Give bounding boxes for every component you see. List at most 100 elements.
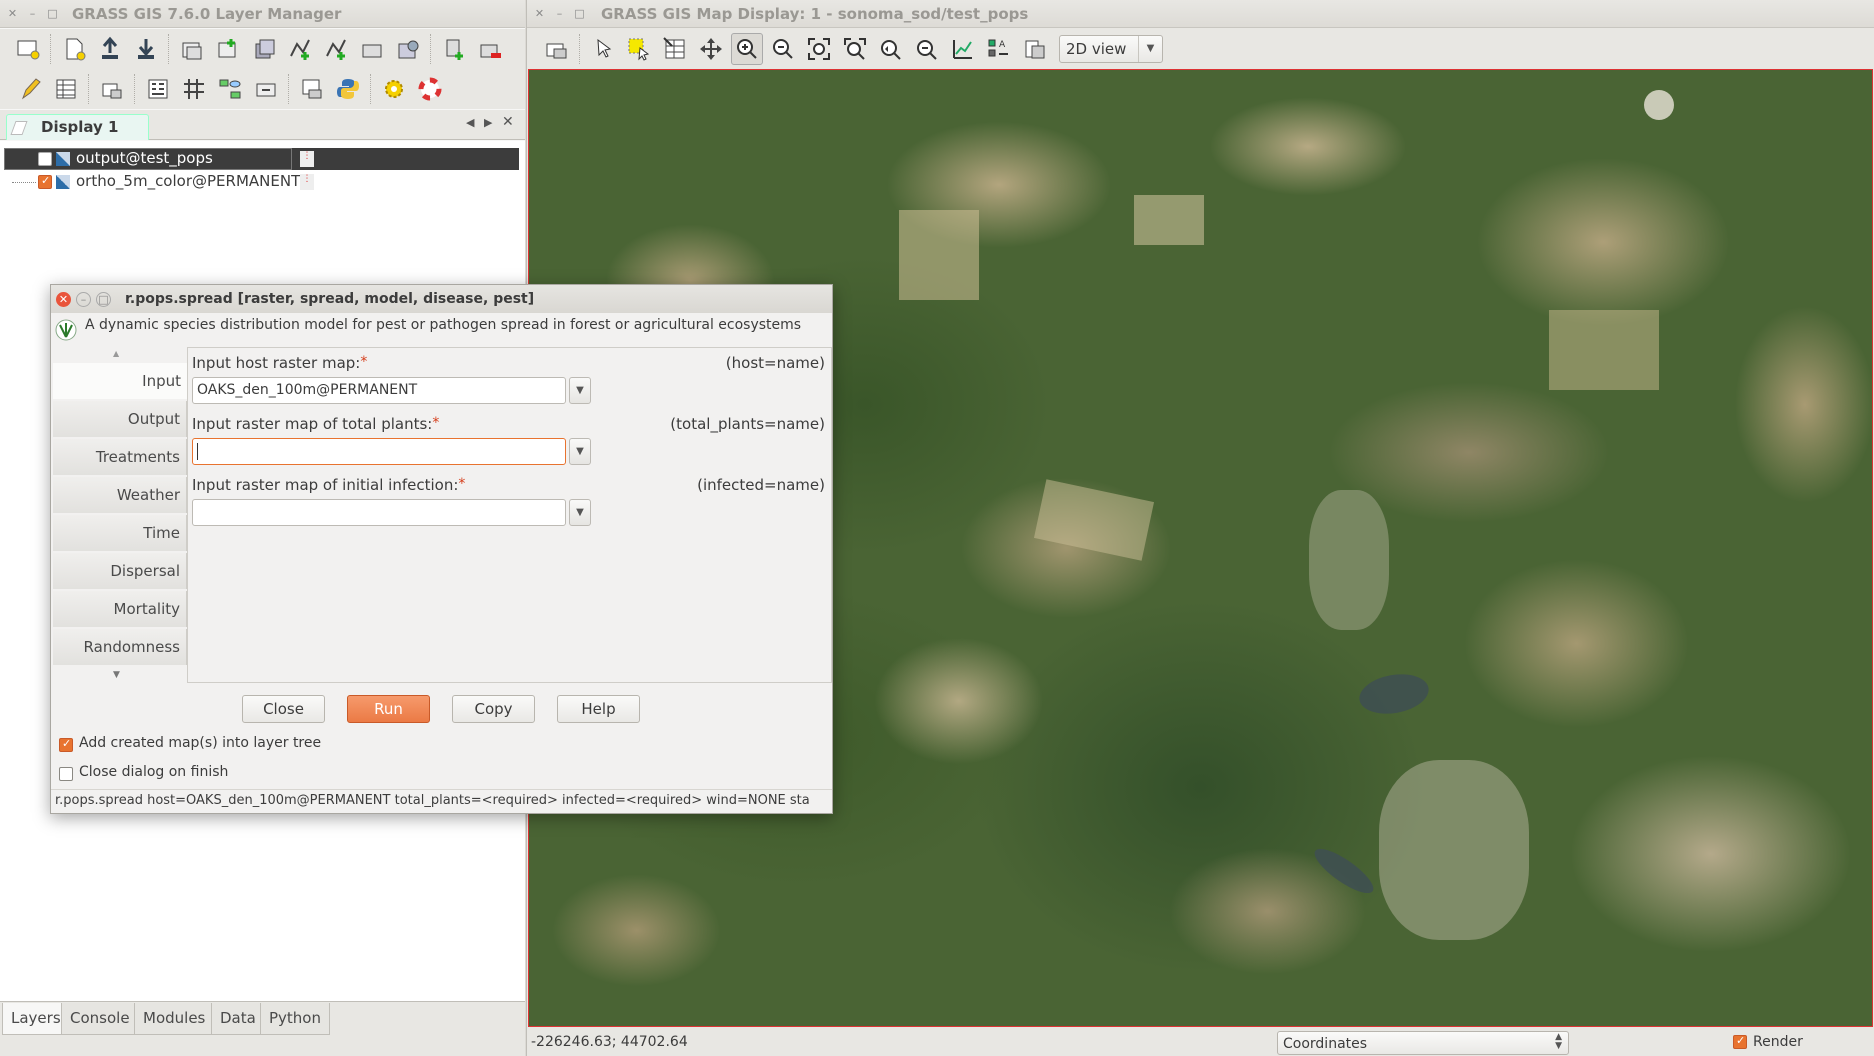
zoom-back-icon[interactable] [875, 33, 907, 65]
pan-icon[interactable] [695, 33, 727, 65]
close-on-finish-checkbox[interactable] [59, 767, 73, 781]
layer-settings-icon[interactable] [296, 73, 328, 105]
render-checkbox[interactable] [1733, 1034, 1747, 1049]
settings-gear-icon[interactable] [378, 73, 410, 105]
maximize-icon[interactable]: □ [572, 6, 587, 21]
tab-layers[interactable]: Layers [2, 1003, 70, 1035]
attribute-table-icon[interactable] [50, 73, 82, 105]
copy-button[interactable]: Copy [452, 695, 535, 723]
nav-item-treatments[interactable]: Treatments [53, 439, 187, 475]
add-vector-misc-icon[interactable] [320, 33, 352, 65]
nav-item-input[interactable]: Input [53, 363, 187, 399]
nav-item-time[interactable]: Time [53, 515, 187, 551]
new-workspace-icon[interactable] [58, 33, 90, 65]
infected-input[interactable] [192, 499, 566, 526]
remove-layer-icon[interactable] [474, 33, 506, 65]
close-button[interactable]: Close [242, 695, 325, 723]
dialog-title: r.pops.spread [raster, spread, model, di… [125, 291, 535, 307]
tab-python[interactable]: Python [260, 1003, 330, 1035]
save-display-icon[interactable] [1019, 33, 1051, 65]
tab-display-1[interactable]: Display 1 [6, 114, 149, 140]
tab-data[interactable]: Data [211, 1003, 265, 1035]
edit-vector-icon[interactable] [14, 73, 46, 105]
zoom-menu-icon[interactable] [911, 33, 943, 65]
layer-manager-toolbar-1 [0, 29, 525, 69]
run-button[interactable]: Run [347, 695, 430, 723]
minimize-icon[interactable]: – [25, 6, 40, 21]
add-to-tree-checkbox[interactable] [59, 737, 73, 752]
layer-checkbox[interactable] [38, 152, 52, 166]
grass-logo-icon [55, 319, 77, 341]
add-raster-icon[interactable] [176, 33, 208, 65]
layer-grip-icon[interactable]: ⋮ [300, 174, 314, 190]
raster-layer-icon [56, 152, 70, 166]
open-workspace-icon[interactable] [94, 33, 126, 65]
add-vector-icon[interactable] [284, 33, 316, 65]
map-lake [1309, 841, 1379, 901]
layer-grip-icon[interactable]: ⋮ [300, 151, 314, 167]
layer-manager-toolbar-2 [0, 69, 525, 109]
tab-modules[interactable]: Modules [134, 1003, 215, 1035]
help-lifebuoy-icon[interactable] [414, 73, 446, 105]
layer-checkbox[interactable] [38, 174, 52, 189]
grid-overlay-icon[interactable] [178, 73, 210, 105]
nav-item-randomness[interactable]: Randomness [53, 629, 187, 665]
tab-close-icon[interactable]: ✕ [502, 114, 514, 130]
nav-item-mortality[interactable]: Mortality [53, 591, 187, 627]
infected-label: Input raster map of initial infection:* [192, 476, 466, 494]
display-map-icon[interactable] [96, 73, 128, 105]
graphical-modeler-icon[interactable] [214, 73, 246, 105]
help-button[interactable]: Help [557, 695, 640, 723]
nav-item-weather[interactable]: Weather [53, 477, 187, 513]
infected-dropdown[interactable]: ▼ [569, 499, 591, 526]
total-plants-dropdown[interactable]: ▼ [569, 438, 591, 465]
python-icon[interactable] [332, 73, 364, 105]
view-mode-select[interactable]: 2D view ▼ [1059, 35, 1163, 63]
add-overlay-icon[interactable] [356, 33, 388, 65]
tab-console[interactable]: Console [61, 1003, 139, 1035]
add-group-icon[interactable] [392, 33, 424, 65]
new-display-icon[interactable] [12, 33, 44, 65]
render-map-icon[interactable] [541, 33, 573, 65]
zoom-extent-icon[interactable] [803, 33, 835, 65]
query-icon[interactable] [659, 33, 691, 65]
field-patch [1549, 310, 1659, 390]
tab-right-arrow-icon[interactable]: ▶ [484, 116, 492, 129]
zoom-in-icon[interactable] [731, 33, 763, 65]
raster-calculator-icon[interactable] [142, 73, 174, 105]
close-icon[interactable]: ✕ [5, 6, 20, 21]
decorations-icon[interactable]: A [983, 33, 1015, 65]
layer-row[interactable]: ortho_5m_color@PERMANENT ⋮ [4, 171, 519, 193]
tab-left-arrow-icon[interactable]: ◀ [466, 116, 474, 129]
nav-item-dispersal[interactable]: Dispersal [53, 553, 187, 589]
pointer-icon[interactable] [587, 33, 619, 65]
add-raster-misc-icon[interactable] [212, 33, 244, 65]
select-feature-icon[interactable] [623, 33, 655, 65]
minimize-icon[interactable]: – [76, 291, 91, 307]
maximize-icon[interactable]: □ [96, 291, 111, 307]
close-icon[interactable]: ✕ [532, 6, 547, 21]
zoom-region-icon[interactable] [839, 33, 871, 65]
add-raster-3d-icon[interactable] [248, 33, 280, 65]
host-map-input[interactable]: OAKS_den_100m@PERMANENT [192, 377, 566, 404]
nav-scroll-down-icon[interactable]: ▼ [113, 670, 120, 680]
close-icon[interactable]: ✕ [56, 291, 71, 307]
layer-row[interactable]: output@test_pops ⋮ [4, 148, 519, 170]
import-layer-icon[interactable] [438, 33, 470, 65]
save-workspace-icon[interactable] [130, 33, 162, 65]
total-plants-input[interactable] [192, 438, 566, 465]
host-param: (host=name) [725, 354, 825, 372]
field-patch [1134, 195, 1204, 245]
nav-item-output[interactable]: Output [53, 401, 187, 437]
layer-name: ortho_5m_color@PERMANENT [76, 172, 301, 190]
minimize-icon[interactable]: – [552, 6, 567, 21]
georectify-icon[interactable] [250, 73, 282, 105]
zoom-out-icon[interactable] [767, 33, 799, 65]
nav-scroll-up-icon[interactable]: ▲ [113, 349, 119, 358]
maximize-icon[interactable]: □ [45, 6, 60, 21]
statusbar-mode-select[interactable]: Coordinates ▲ ▼ [1277, 1031, 1569, 1055]
host-map-dropdown[interactable]: ▼ [569, 377, 591, 404]
analyze-icon[interactable] [947, 33, 979, 65]
total-plants-param: (total_plants=name) [670, 415, 825, 433]
window-title: GRASS GIS Map Display: 1 - sonoma_sod/te… [601, 4, 1029, 23]
